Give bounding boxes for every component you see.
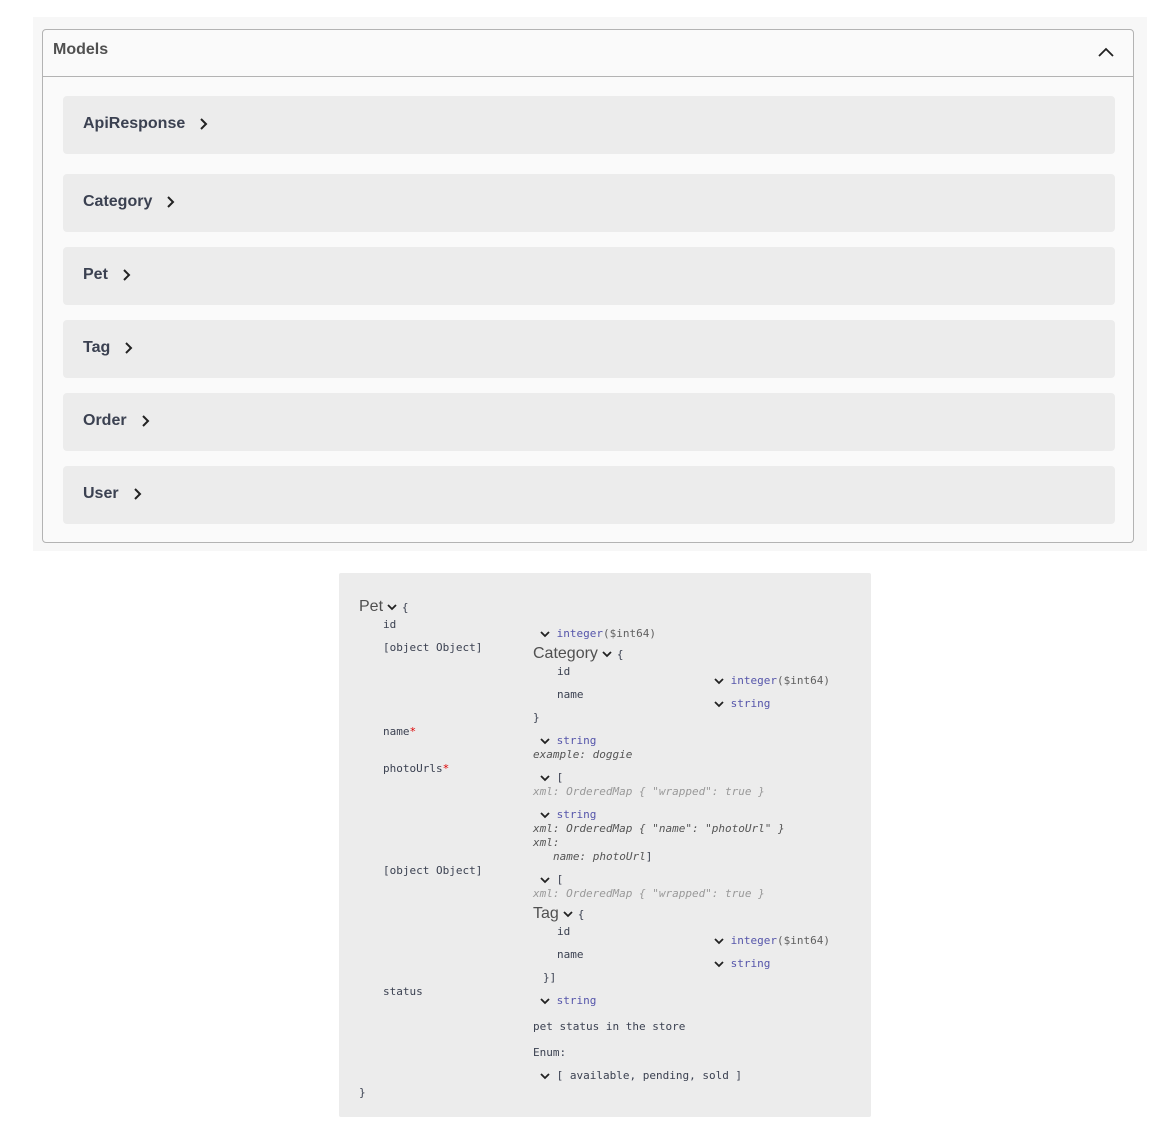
close-brace: }: [359, 1086, 366, 1099]
enum-values: [ available, pending, sold ]: [540, 1069, 742, 1082]
chevron-right-icon: [197, 117, 211, 131]
chevron-down-icon[interactable]: [563, 910, 573, 918]
pet-schema-panel: Pet { id integer($int64) [object Object]…: [339, 573, 871, 1117]
enum-values-text: [ available, pending, sold ]: [556, 1069, 743, 1082]
type-label: string: [556, 734, 597, 747]
open-brace: {: [616, 648, 624, 661]
pet-model-title: Pet: [359, 598, 384, 615]
format-label: ($int64): [602, 627, 656, 640]
property-type-category-id: integer($int64): [714, 674, 830, 687]
model-item-category[interactable]: Category: [63, 174, 1115, 232]
model-item-tag[interactable]: Tag: [63, 320, 1115, 378]
tag-model-title: Tag: [533, 905, 559, 922]
model-item-label: ApiResponse: [83, 115, 186, 132]
property-description: pet status in the store: [533, 1020, 686, 1033]
xml-wrapped-text: xml: OrderedMap { "wrapped": true }: [533, 785, 765, 798]
model-item-order[interactable]: Order: [63, 393, 1115, 451]
property-type-name: string: [540, 734, 596, 747]
close-bracket: ]: [645, 850, 653, 863]
enum-label: Enum:: [533, 1046, 567, 1059]
xml-name-text: name: photoUrl: [553, 850, 646, 863]
model-item-label: Tag: [83, 339, 111, 356]
pet-model-header[interactable]: Pet {: [359, 598, 409, 616]
chevron-down-icon[interactable]: [714, 677, 724, 685]
array-toggle-photourls: [: [540, 771, 563, 784]
chevron-right-icon: [122, 341, 136, 355]
type-label: integer: [730, 674, 777, 687]
category-model-header[interactable]: Category {: [533, 645, 623, 663]
property-name-tag-id: id: [557, 925, 571, 938]
required-marker: *: [442, 762, 450, 775]
property-type-id: integer($int64): [540, 627, 656, 640]
chevron-right-icon: [139, 414, 153, 428]
close-brace-bracket: }]: [543, 971, 557, 984]
property-name-status: status: [383, 985, 423, 998]
xml-wrapped-text: xml: OrderedMap { "wrapped": true }: [533, 887, 765, 900]
xml-label: xml:: [533, 836, 560, 849]
open-brace: {: [401, 601, 409, 614]
property-type-photourls-item: string: [540, 808, 596, 821]
property-name-category-name: name: [557, 688, 584, 701]
chevron-down-icon[interactable]: [714, 700, 724, 708]
models-section-header[interactable]: Models: [43, 30, 1133, 77]
open-brace: {: [577, 908, 585, 921]
type-label: integer: [556, 627, 603, 640]
property-name-tag-name: name: [557, 948, 584, 961]
chevron-down-icon[interactable]: [540, 876, 550, 884]
model-item-apiresponse[interactable]: ApiResponse: [63, 96, 1115, 154]
chevron-down-icon[interactable]: [540, 997, 550, 1005]
model-item-pet[interactable]: Pet: [63, 247, 1115, 305]
chevron-right-icon: [120, 268, 134, 282]
property-name-category-id: id: [557, 665, 571, 678]
chevron-down-icon[interactable]: [540, 1072, 550, 1080]
format-label: ($int64): [776, 934, 830, 947]
property-type-category-name: string: [714, 697, 770, 710]
model-item-label: Category: [83, 193, 153, 210]
chevron-right-icon: [164, 195, 178, 209]
property-type-tag-id: integer($int64): [714, 934, 830, 947]
property-type-tag-name: string: [714, 957, 770, 970]
chevron-down-icon[interactable]: [714, 960, 724, 968]
chevron-up-icon[interactable]: [1093, 40, 1119, 66]
model-item-user[interactable]: User: [63, 466, 1115, 524]
type-label: string: [556, 994, 597, 1007]
example-text: example: doggie: [533, 748, 633, 761]
property-name-name: name*: [383, 725, 417, 738]
property-name-photourls: photoUrls*: [383, 762, 450, 775]
chevron-down-icon[interactable]: [540, 737, 550, 745]
property-name-tags: [object Object]: [383, 864, 483, 877]
type-label: integer: [730, 934, 777, 947]
chevron-right-icon: [131, 487, 145, 501]
chevron-down-icon[interactable]: [602, 650, 613, 658]
format-label: ($int64): [776, 674, 830, 687]
type-label: string: [556, 808, 597, 821]
open-bracket: [: [556, 873, 564, 886]
property-name-category: [object Object]: [383, 641, 483, 654]
xml-item-text: xml: OrderedMap { "name": "photoUrl" }: [533, 822, 785, 835]
chevron-down-icon[interactable]: [540, 774, 550, 782]
type-label: string: [730, 957, 771, 970]
close-brace: }: [533, 711, 540, 724]
tag-model-header[interactable]: Tag {: [533, 905, 584, 923]
chevron-down-icon[interactable]: [387, 603, 398, 611]
models-section: Models ApiResponse Category Pet Tag Orde…: [42, 29, 1134, 543]
chevron-down-icon[interactable]: [540, 811, 550, 819]
xml-name-line: name: photoUrl]: [553, 850, 652, 863]
property-type-status: string: [540, 994, 596, 1007]
required-marker: *: [409, 725, 417, 738]
model-item-label: User: [83, 485, 119, 502]
property-name-id: id: [383, 618, 397, 631]
array-toggle-tags: [: [540, 873, 563, 886]
model-item-label: Pet: [83, 266, 108, 283]
category-model-title: Category: [533, 645, 598, 662]
type-label: string: [730, 697, 771, 710]
model-item-label: Order: [83, 412, 127, 429]
chevron-down-icon[interactable]: [540, 630, 550, 638]
chevron-down-icon[interactable]: [714, 937, 724, 945]
open-bracket: [: [556, 771, 564, 784]
models-section-title: Models: [53, 41, 109, 58]
